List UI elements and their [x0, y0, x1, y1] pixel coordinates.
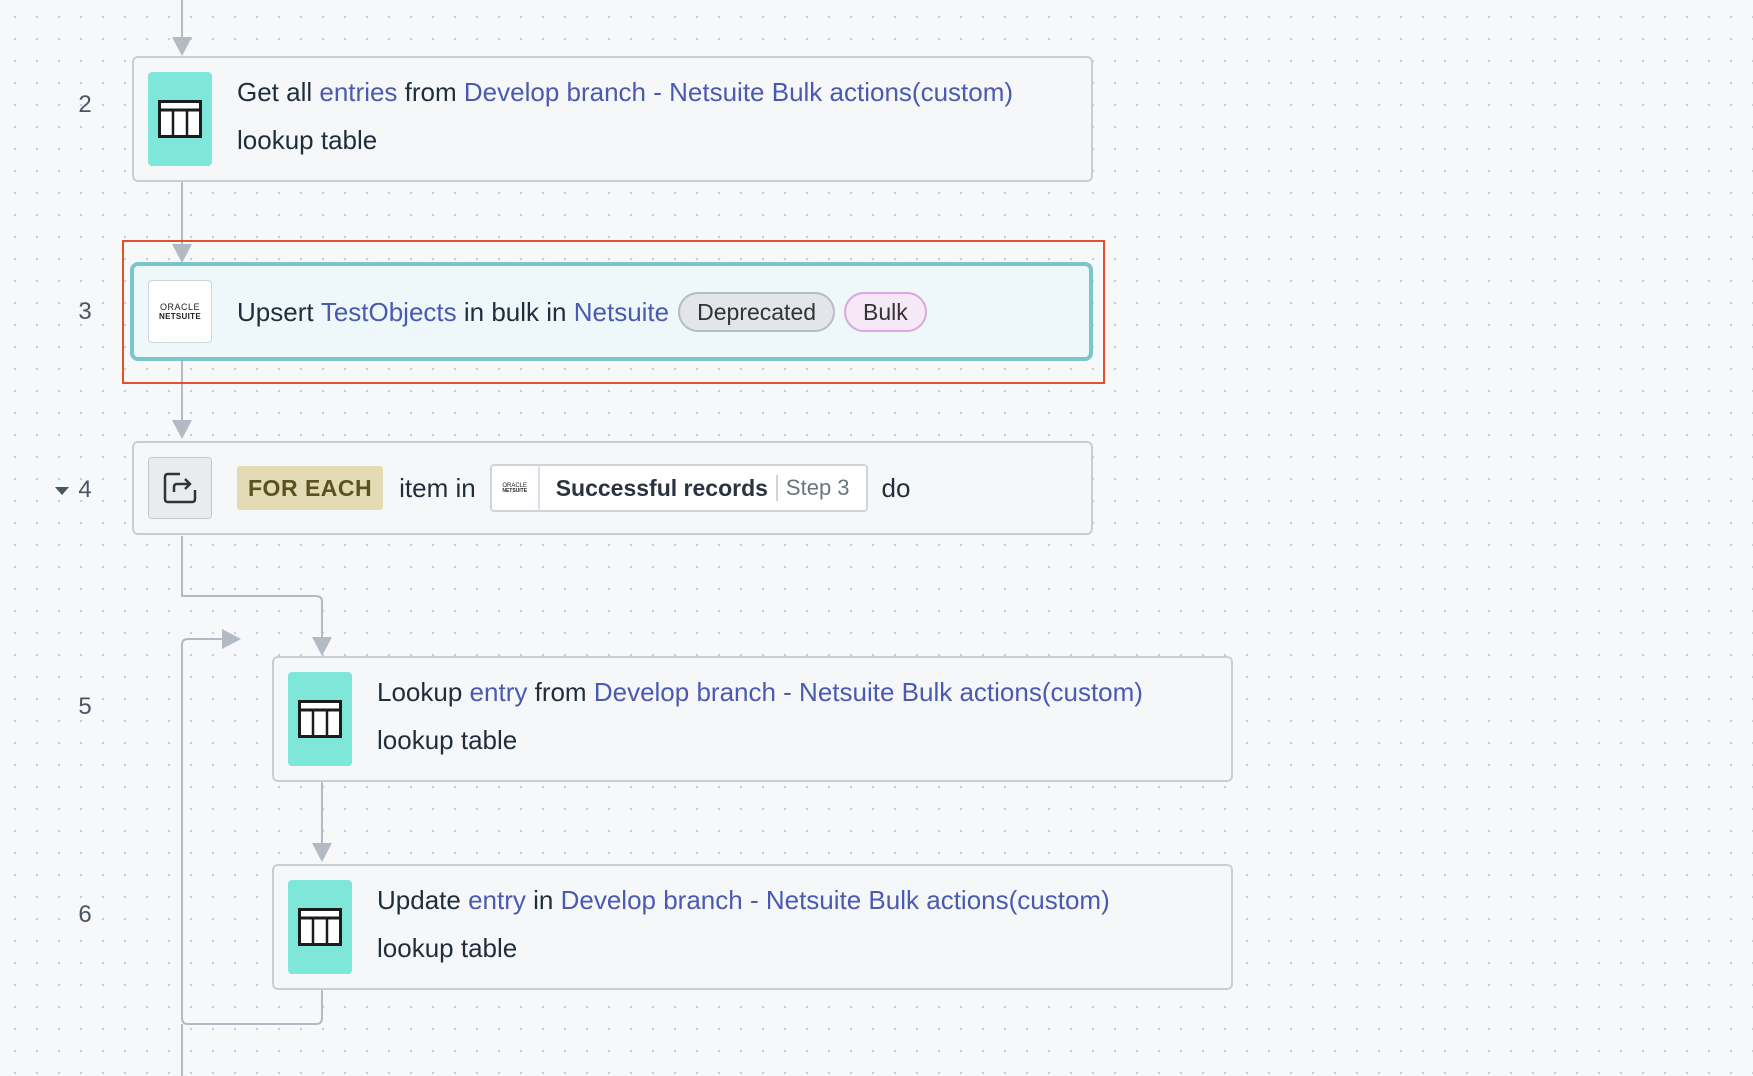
step-5-suffix: lookup table: [377, 725, 518, 755]
step-6-verb: Update: [377, 885, 461, 915]
arrow-to-step-4: [172, 420, 192, 439]
table-icon: [288, 672, 352, 766]
arrow-to-step-6: [312, 843, 332, 862]
step-2-description: Get all entries from Develop branch - Ne…: [237, 68, 1061, 164]
step-2-target-link[interactable]: Develop branch - Netsuite Bulk actions(c…: [464, 77, 1013, 107]
step-5-verb: Lookup: [377, 677, 463, 707]
arrow-to-step-5: [312, 637, 332, 656]
mini-netsuite-text: NETSUITE: [502, 487, 528, 494]
netsuite-logo-text: NETSUITE: [159, 311, 201, 321]
step-2-verb: Get all: [237, 77, 313, 107]
step-number-5: 5: [78, 693, 92, 720]
datapill-label: Successful records: [555, 475, 768, 501]
table-icon: [288, 880, 352, 974]
step-4-pre-text: item in: [399, 473, 476, 503]
step-5-target-link[interactable]: Develop branch - Netsuite Bulk actions(c…: [594, 677, 1143, 707]
step-4-post-text: do: [881, 473, 911, 503]
for-each-keyword: FOR EACH: [237, 466, 384, 510]
step-card-6[interactable]: Update entry in Develop branch - Netsuit…: [272, 864, 1233, 990]
bulk-badge: Bulk: [844, 291, 927, 332]
step-6-description: Update entry in Develop branch - Netsuit…: [377, 876, 1201, 972]
loop-back-arrow: [222, 629, 241, 649]
step-card-3[interactable]: ORACLE NETSUITE Upsert TestObjects in bu…: [130, 262, 1093, 361]
arrow-to-step-2: [172, 37, 192, 56]
step-5-description: Lookup entry from Develop branch - Netsu…: [377, 668, 1201, 764]
deprecated-badge: Deprecated: [678, 291, 836, 332]
table-icon: [148, 72, 212, 166]
step-3-preposition: in bulk in: [463, 296, 567, 327]
step-2-suffix: lookup table: [237, 125, 378, 155]
loop-icon: [148, 457, 212, 519]
step-number-6: 6: [78, 901, 92, 928]
oracle-logo-text: ORACLE: [159, 301, 200, 312]
step-number-3: 3: [78, 298, 92, 325]
step-5-object-link[interactable]: entry: [470, 677, 528, 707]
step-2-object-link[interactable]: entries: [319, 77, 397, 107]
step-6-object-link[interactable]: entry: [468, 885, 526, 915]
step-6-suffix: lookup table: [377, 933, 518, 963]
step-3-description: Upsert TestObjects in bulk in Netsuite D…: [237, 266, 1059, 357]
step-number-2: 2: [78, 91, 92, 118]
oracle-netsuite-logo: ORACLE NETSUITE: [148, 280, 212, 343]
step-4-description: FOR EACH item in ORACLE NETSUITE Success…: [237, 443, 1061, 533]
step-3-verb: Upsert: [237, 296, 314, 327]
step-3-object-link[interactable]: TestObjects: [321, 288, 457, 336]
step-3-target-link[interactable]: Netsuite: [574, 288, 669, 336]
step-6-target-link[interactable]: Develop branch - Netsuite Bulk actions(c…: [561, 885, 1110, 915]
step-2-preposition: from: [404, 77, 457, 107]
datapill-step-ref: Step 3: [785, 475, 850, 500]
oracle-netsuite-mini-logo: ORACLE NETSUITE: [492, 466, 540, 510]
step-6-preposition: in: [533, 885, 554, 915]
step-card-5[interactable]: Lookup entry from Develop branch - Netsu…: [272, 656, 1233, 782]
step-number-4: 4: [78, 476, 92, 503]
collapse-caret-icon[interactable]: [55, 487, 69, 495]
connector-4-to-5: [181, 536, 323, 640]
step-card-2[interactable]: Get all entries from Develop branch - Ne…: [132, 56, 1093, 182]
step-card-4[interactable]: FOR EACH item in ORACLE NETSUITE Success…: [132, 441, 1093, 535]
successful-records-datapill[interactable]: ORACLE NETSUITE Successful records Step …: [489, 464, 868, 512]
step-5-preposition: from: [534, 677, 587, 707]
